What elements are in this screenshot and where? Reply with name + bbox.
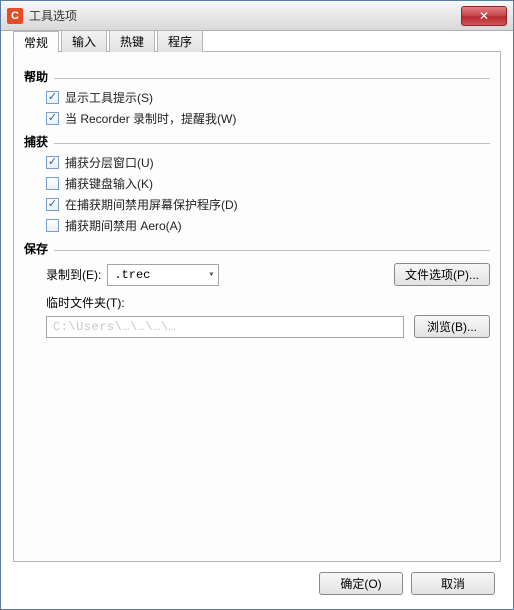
ok-button[interactable]: 确定(O) [319,572,403,595]
button-label: 确定(O) [340,575,381,592]
checkbox[interactable] [46,156,59,169]
option-show-tooltips[interactable]: 显示工具提示(S) [46,89,490,106]
section-help-title: 帮助 [24,68,490,85]
record-format-combo[interactable]: .trec ▾ [107,264,219,286]
checkbox[interactable] [46,198,59,211]
window-title: 工具选项 [29,7,461,24]
client-area: 常规 输入 热键 程序 帮助 显示工具提示(S) 当 Recorder 录制时，… [1,31,513,609]
chevron-down-icon: ▾ [208,269,214,281]
tab-program[interactable]: 程序 [157,30,203,52]
option-capture-layered-windows[interactable]: 捕获分层窗口(U) [46,154,490,171]
tab-label: 热键 [120,33,144,50]
option-label: 当 Recorder 录制时，提醒我(W) [65,110,236,127]
checkbox[interactable] [46,112,59,125]
option-label: 捕获键盘输入(K) [65,175,153,192]
tab-input[interactable]: 输入 [61,30,107,52]
dialog-footer: 确定(O) 取消 [13,562,501,601]
titlebar[interactable]: C 工具选项 ✕ [1,1,513,31]
close-icon: ✕ [479,9,489,23]
app-icon: C [7,8,23,24]
tab-label: 常规 [24,34,48,51]
combo-value: .trec [114,268,150,282]
checkbox[interactable] [46,219,59,232]
button-label: 浏览(B)... [427,318,477,335]
temp-folder-value: C:\Users\…\…\…\… [53,320,176,334]
option-label: 捕获分层窗口(U) [65,154,154,171]
tab-label: 程序 [168,33,192,50]
checkbox[interactable] [46,177,59,190]
checkbox[interactable] [46,91,59,104]
close-button[interactable]: ✕ [461,6,507,26]
temp-folder-input[interactable]: C:\Users\…\…\…\… [46,316,404,338]
option-capture-keyboard[interactable]: 捕获键盘输入(K) [46,175,490,192]
option-label: 显示工具提示(S) [65,89,153,106]
tab-general[interactable]: 常规 [13,31,59,53]
tab-panel: 常规 输入 热键 程序 帮助 显示工具提示(S) 当 Recorder 录制时，… [13,51,501,562]
option-label: 捕获期间禁用 Aero(A) [65,217,182,234]
dialog-window: C 工具选项 ✕ 常规 输入 热键 程序 帮助 显示工具提示(S) 当 Reco… [0,0,514,610]
file-options-button[interactable]: 文件选项(P)... [394,263,490,286]
section-save-title: 保存 [24,240,490,257]
temp-folder-label: 临时文件夹(T): [46,296,125,310]
tab-label: 输入 [72,33,96,50]
cancel-button[interactable]: 取消 [411,572,495,595]
option-disable-screensaver[interactable]: 在捕获期间禁用屏幕保护程序(D) [46,196,490,213]
section-capture-title: 捕获 [24,133,490,150]
option-label: 在捕获期间禁用屏幕保护程序(D) [65,196,238,213]
record-to-label: 录制到(E): [46,266,101,283]
browse-button[interactable]: 浏览(B)... [414,315,490,338]
button-label: 取消 [441,575,465,592]
tab-strip: 常规 输入 热键 程序 [13,30,205,52]
tab-hotkeys[interactable]: 热键 [109,30,155,52]
option-disable-aero[interactable]: 捕获期间禁用 Aero(A) [46,217,490,234]
button-label: 文件选项(P)... [405,266,479,283]
option-remind-recording[interactable]: 当 Recorder 录制时，提醒我(W) [46,110,490,127]
